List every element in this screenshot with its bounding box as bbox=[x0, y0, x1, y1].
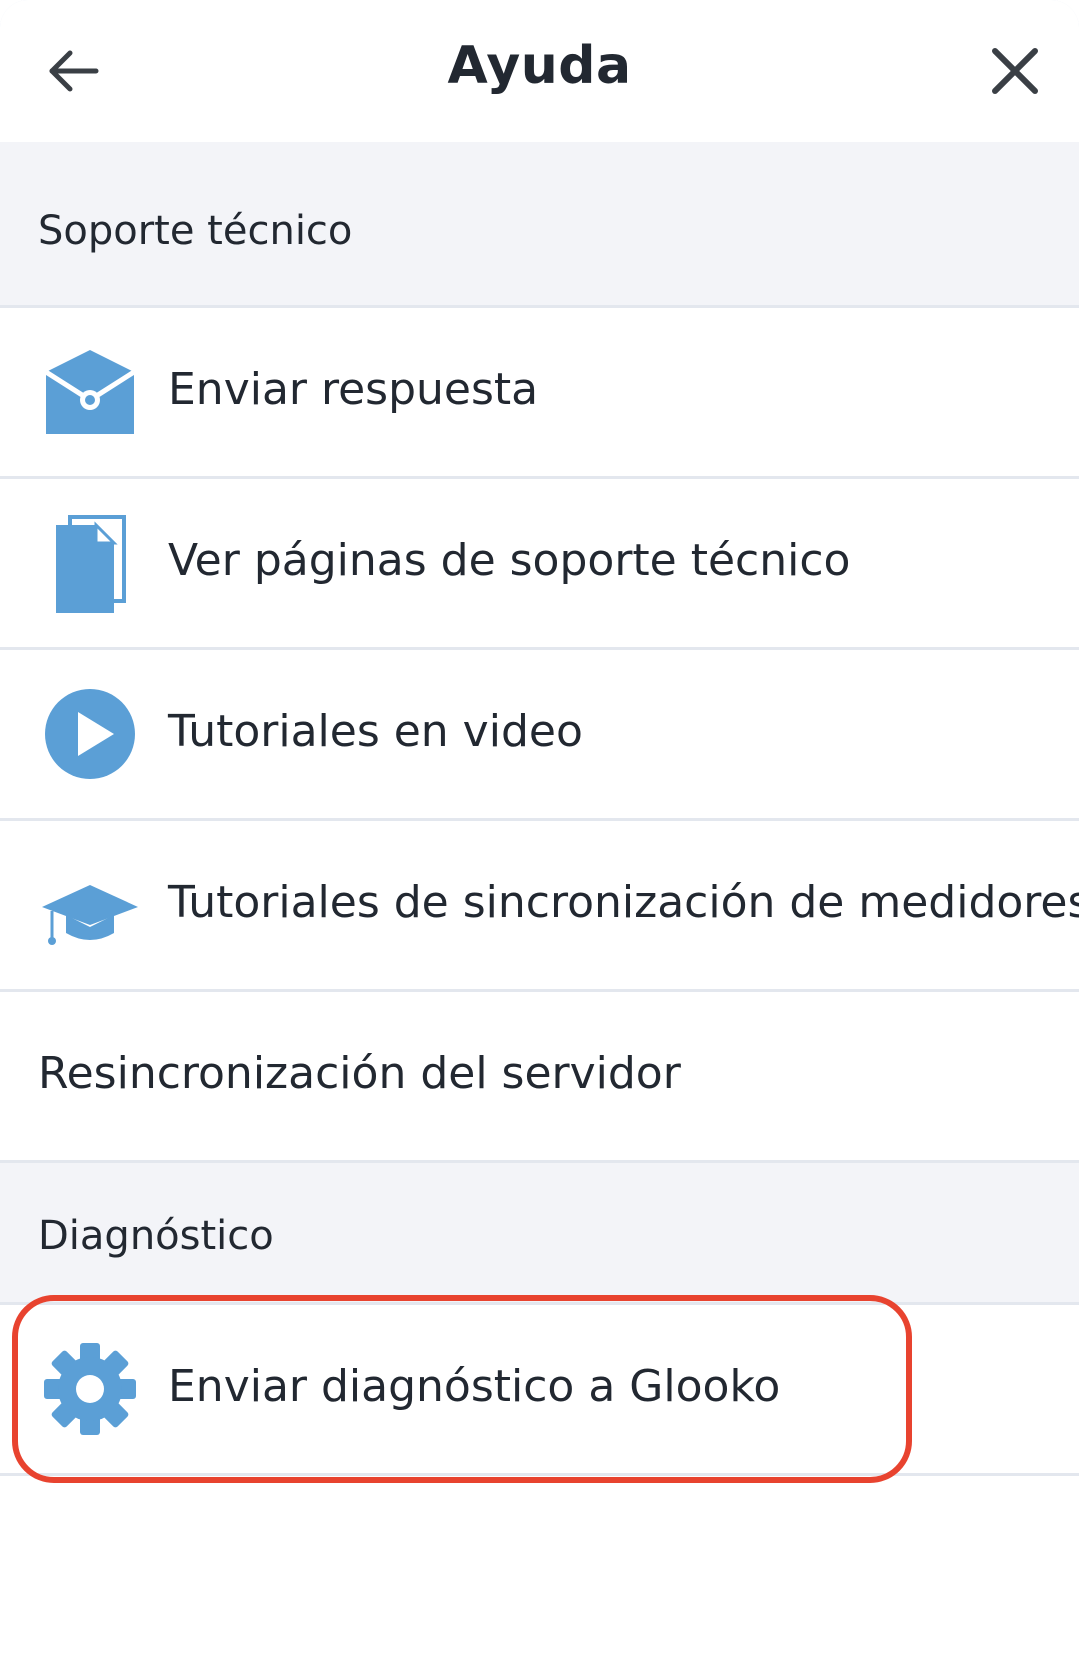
play-icon bbox=[45, 689, 135, 779]
list-item-support-pages[interactable]: Ver páginas de soporte técnico bbox=[0, 479, 1079, 650]
list-item-server-resync[interactable]: Resincronización del servidor bbox=[0, 992, 1079, 1163]
list-item-label: Enviar respuesta bbox=[168, 364, 539, 415]
envelope-icon bbox=[44, 350, 136, 434]
section-title-support: Soporte técnico bbox=[38, 208, 353, 254]
list-item-label: Enviar diagnóstico a Glooko bbox=[168, 1361, 781, 1412]
list-item-send-feedback[interactable]: Enviar respuesta bbox=[0, 308, 1079, 479]
page-title: Ayuda bbox=[447, 36, 632, 96]
list-item-label: Tutoriales de sincronización de medidore… bbox=[168, 877, 1079, 928]
close-icon bbox=[992, 48, 1038, 94]
gear-icon bbox=[44, 1343, 136, 1435]
header-bar: Ayuda bbox=[0, 0, 1079, 142]
section-header-support: Soporte técnico bbox=[0, 142, 1079, 308]
list-item-send-diagnostics[interactable]: Enviar diagnóstico a Glooko bbox=[0, 1305, 1079, 1476]
list-item-video-tutorials[interactable]: Tutoriales en video bbox=[0, 650, 1079, 821]
close-button[interactable] bbox=[980, 36, 1050, 106]
section-title-diagnostics: Diagnóstico bbox=[38, 1213, 274, 1259]
section-header-diagnostics: Diagnóstico bbox=[0, 1163, 1079, 1305]
list-item-label: Ver páginas de soporte técnico bbox=[168, 535, 851, 586]
help-screen: Ayuda Soporte técnico Enviar respuesta V… bbox=[0, 0, 1079, 1680]
list-item-label: Resincronización del servidor bbox=[38, 1048, 681, 1099]
graduation-cap-icon bbox=[42, 885, 138, 945]
document-icon bbox=[56, 515, 126, 613]
list-item-meter-sync-tutorials[interactable]: Tutoriales de sincronización de medidore… bbox=[0, 821, 1079, 992]
list-item-label: Tutoriales en video bbox=[168, 706, 583, 757]
